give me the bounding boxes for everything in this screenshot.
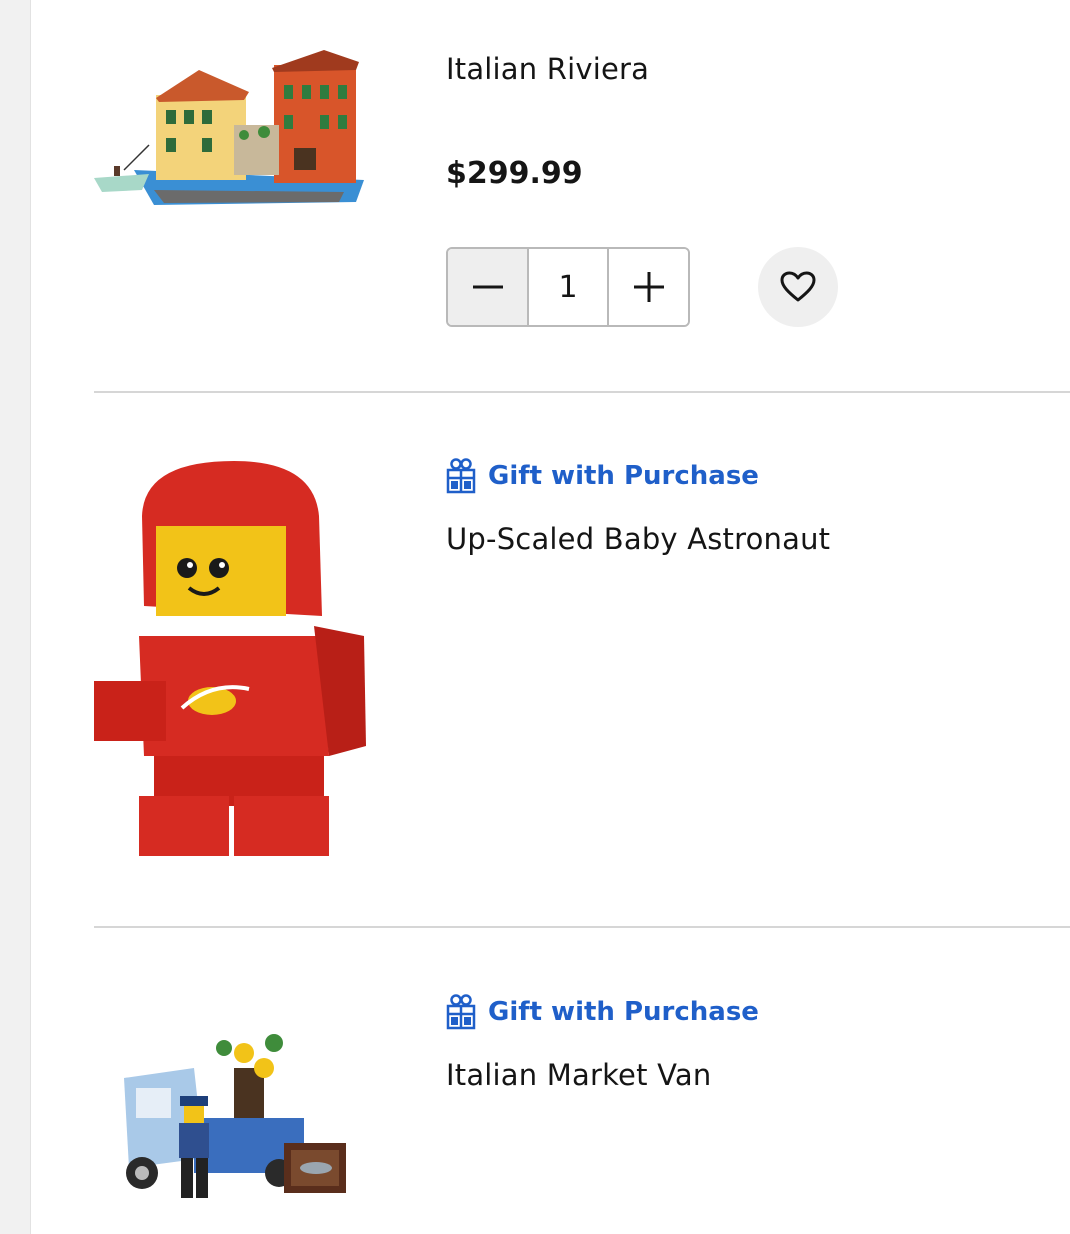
- quantity-stepper: 1: [446, 247, 690, 327]
- product-price: $299.99: [446, 156, 583, 191]
- gift-icon: [446, 458, 476, 494]
- product-title[interactable]: Italian Riviera: [446, 52, 649, 86]
- increase-quantity-button[interactable]: [607, 249, 688, 325]
- gift-with-purchase-badge: Gift with Purchase: [446, 994, 759, 1030]
- quantity-value[interactable]: 1: [529, 249, 607, 325]
- product-image-baby-astronaut[interactable]: [94, 456, 369, 866]
- gift-badge-label: Gift with Purchase: [488, 461, 759, 491]
- cart-item: Gift with Purchase Italian Market Van: [94, 928, 1070, 1234]
- product-title[interactable]: Italian Market Van: [446, 1058, 711, 1092]
- add-to-wishlist-button[interactable]: [758, 247, 838, 327]
- left-gutter: [0, 0, 31, 1234]
- item-divider: [94, 926, 1070, 928]
- cart-item: Italian Riviera $299.99 1: [94, 0, 1070, 390]
- plus-icon: [633, 272, 664, 302]
- cart-item-list: Italian Riviera $299.99 1 Gift with Purc…: [94, 0, 1070, 1234]
- gift-badge-label: Gift with Purchase: [488, 997, 759, 1027]
- product-image-market-van[interactable]: [94, 1028, 354, 1218]
- item-divider: [94, 391, 1070, 393]
- minus-icon: [472, 285, 503, 289]
- gift-with-purchase-badge: Gift with Purchase: [446, 458, 759, 494]
- decrease-quantity-button[interactable]: [448, 249, 529, 325]
- cart-item: Gift with Purchase Up-Scaled Baby Astron…: [94, 392, 1070, 926]
- heart-icon: [780, 271, 816, 302]
- gift-icon: [446, 994, 476, 1030]
- product-image-italian-riviera[interactable]: [94, 40, 374, 210]
- product-title[interactable]: Up-Scaled Baby Astronaut: [446, 522, 830, 556]
